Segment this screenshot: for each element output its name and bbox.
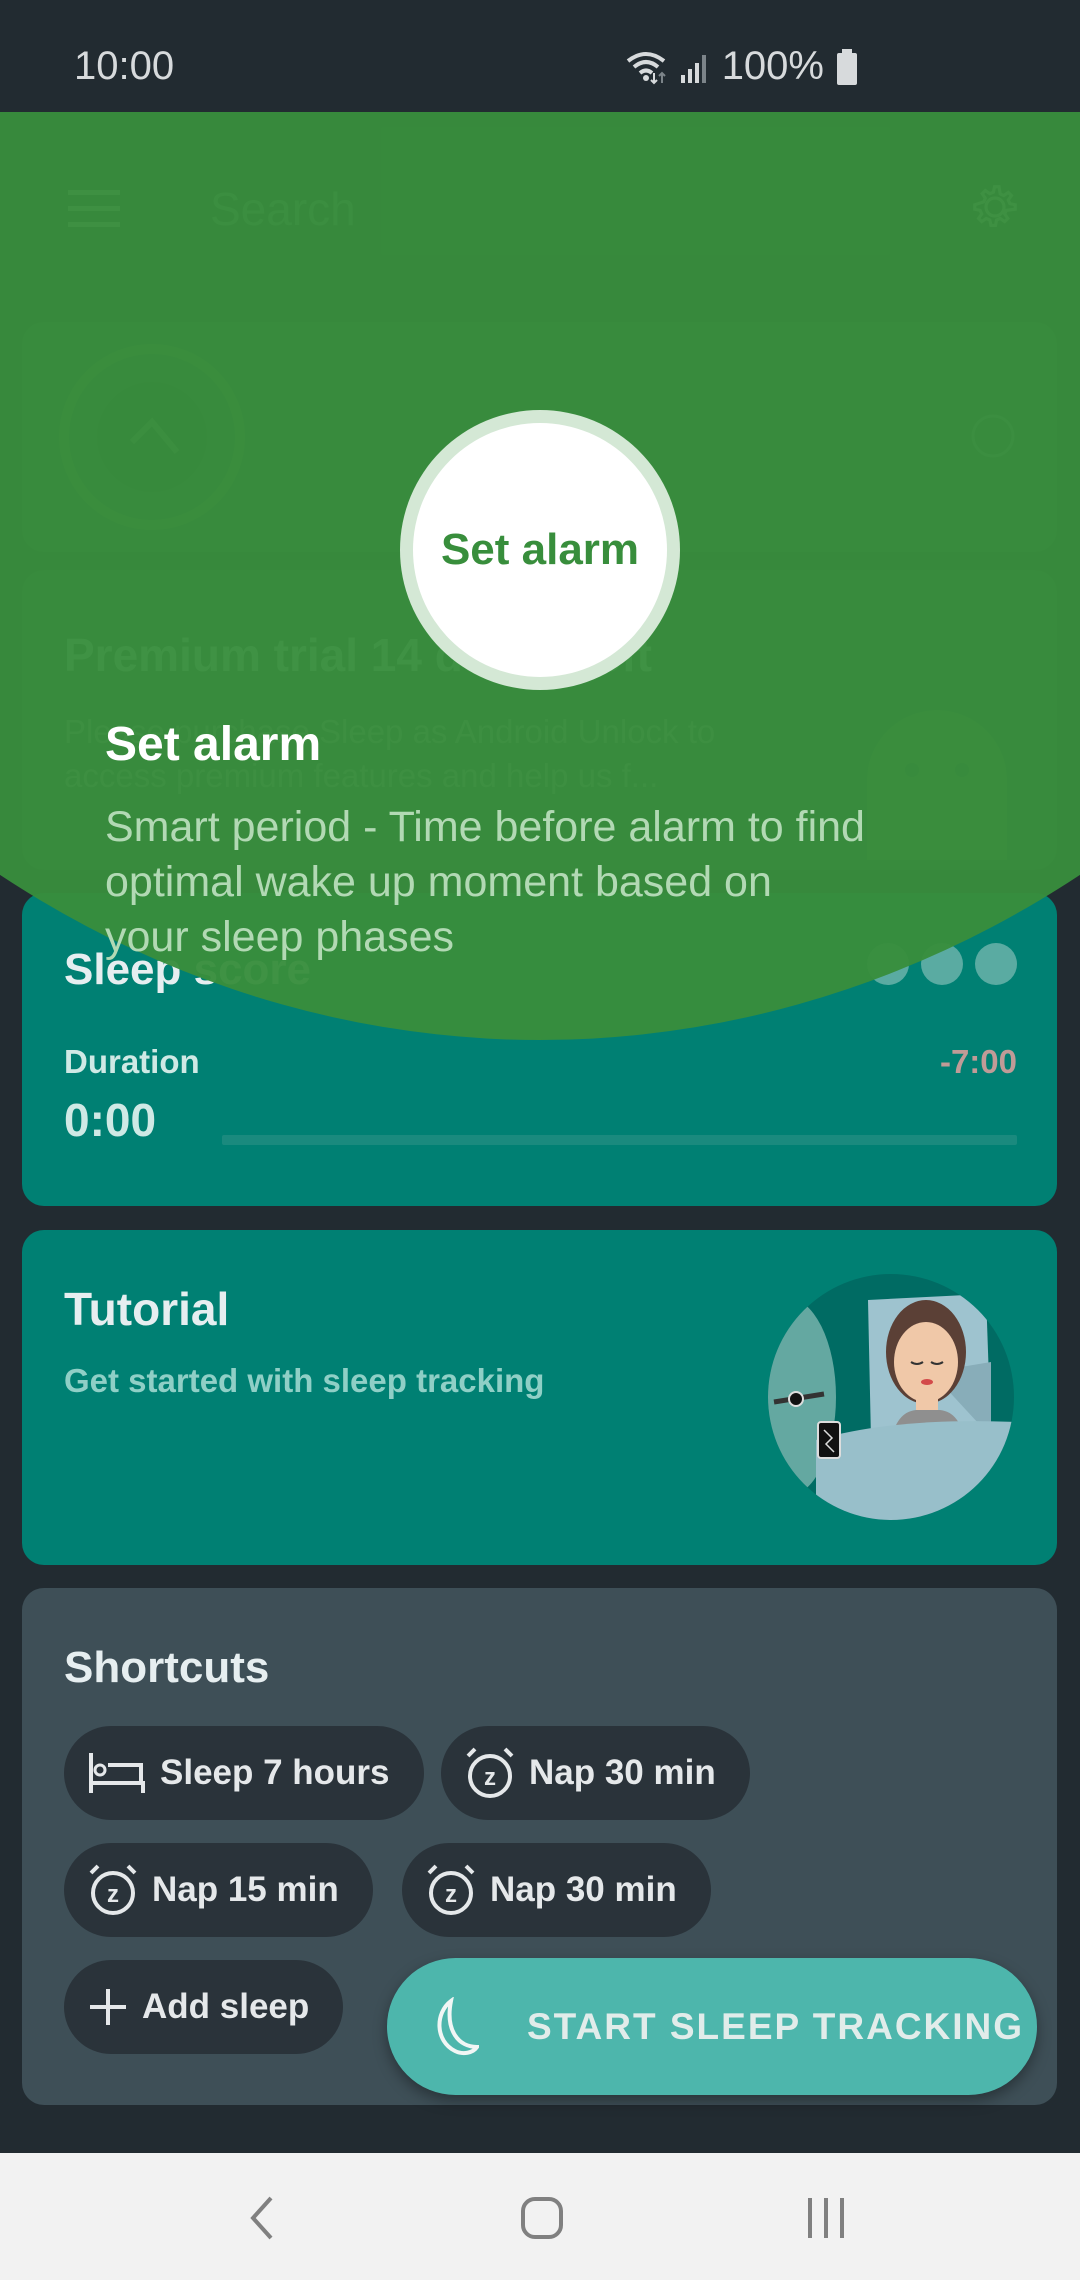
svg-text:z: z <box>107 1881 119 1908</box>
status-icons: 100% <box>624 44 858 89</box>
score-dot <box>867 943 909 985</box>
signal-icon <box>680 54 706 83</box>
fab-label: START SLEEP TRACKING <box>527 2005 1025 2047</box>
shortcuts-title: Shortcuts <box>64 1643 270 1692</box>
plus-icon <box>90 1989 126 2025</box>
premium-card[interactable]: Premium trial 14 day(s) left Please purc… <box>22 570 1057 870</box>
status-time: 10:00 <box>74 44 175 88</box>
gear-icon[interactable] <box>968 180 1022 234</box>
chip-label: Add sleep <box>142 1987 310 2026</box>
duration-remaining: -7:00 <box>939 1043 1017 1080</box>
score-dot <box>975 943 1017 985</box>
battery-icon <box>837 48 857 85</box>
alarm-snooze-icon: z <box>466 1747 514 1798</box>
menu-icon[interactable] <box>68 190 120 228</box>
toolbar: Search <box>0 112 1080 302</box>
alarm-snooze-icon: z <box>427 1864 475 1915</box>
sleep-score-card[interactable]: Sleep score Duration 0:00 -7:00 <box>22 893 1057 1206</box>
duration-label: Duration <box>64 1043 200 1080</box>
android-mascot-icon <box>867 710 1007 860</box>
shortcut-chip-sleep-7-hours[interactable]: Sleep 7 hours <box>64 1726 424 1820</box>
chip-label: Nap 15 min <box>152 1870 339 1909</box>
chip-label: Nap 30 min <box>490 1870 677 1909</box>
moon-icon <box>437 1996 479 2055</box>
battery-percent: 100% <box>721 44 824 88</box>
svg-text:z: z <box>445 1881 457 1908</box>
duration-value: 0:00 <box>64 1094 157 1146</box>
start-sleep-tracking-button[interactable]: START SLEEP TRACKING <box>387 1958 1037 2095</box>
premium-text: Please purchase Sleep as Android Unlock … <box>64 713 716 794</box>
back-icon <box>250 2196 273 2240</box>
score-dot <box>921 943 963 985</box>
recents-button[interactable] <box>786 2183 866 2253</box>
shortcut-chip-nap-30-min[interactable]: z Nap 30 min <box>441 1726 750 1820</box>
back-button[interactable] <box>222 2183 302 2253</box>
alarm-card[interactable] <box>22 322 1057 552</box>
home-button[interactable] <box>502 2183 582 2253</box>
chip-label: Sleep 7 hours <box>160 1753 390 1792</box>
duration-progress-bar <box>222 1135 1017 1145</box>
tutorial-subtitle: Get started with sleep tracking <box>64 1362 545 1399</box>
svg-text:z: z <box>484 1764 496 1791</box>
premium-title: Premium trial 14 day(s) left <box>64 629 652 681</box>
home-icon <box>521 2197 563 2239</box>
navigation-bar <box>0 2153 1080 2280</box>
wifi-icon <box>626 51 666 84</box>
sleeping-woman-illustration <box>768 1274 1014 1520</box>
tutorial-title: Tutorial <box>64 1283 230 1335</box>
bed-icon <box>89 1753 145 1793</box>
alarm-toggle-icon[interactable] <box>969 412 1017 460</box>
shortcut-chip-nap-15-min[interactable]: z Nap 15 min <box>64 1843 373 1937</box>
alarm-clock-icon <box>59 344 245 530</box>
status-bar: 10:00 100% <box>0 0 1080 112</box>
tutorial-card[interactable]: Tutorial Get started with sleep tracking <box>22 1230 1057 1565</box>
recents-icon <box>808 2198 844 2238</box>
sleep-score-title: Sleep score <box>64 945 312 994</box>
search-input[interactable]: Search <box>210 182 356 236</box>
shortcut-chip-nap-30-min-2[interactable]: z Nap 30 min <box>402 1843 711 1937</box>
alarm-snooze-icon: z <box>89 1864 137 1915</box>
more-options-dots[interactable] <box>867 943 1017 985</box>
chip-label: Nap 30 min <box>529 1753 716 1792</box>
add-sleep-chip[interactable]: Add sleep <box>64 1960 344 2054</box>
